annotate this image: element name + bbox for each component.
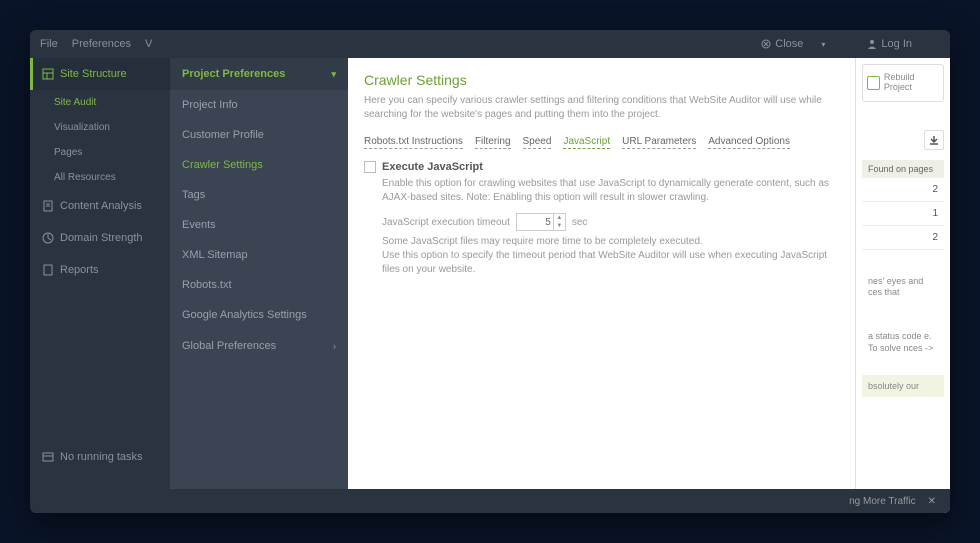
text-snippet: a status code e. To solve nces ->	[862, 325, 944, 360]
left-nav: Site Structure Site Audit Visualization …	[30, 58, 170, 513]
execute-js-checkbox[interactable]	[364, 161, 376, 173]
rebuild-label: Rebuild Project	[884, 73, 939, 93]
close-icon	[761, 39, 771, 49]
table-cell: 2	[862, 178, 944, 202]
timeout-value: 5	[545, 217, 551, 228]
footer-bar: ng More Traffic ✕	[30, 489, 950, 513]
right-sidebar: Rebuild Project Found on pages 2 1 2 nes…	[855, 58, 950, 513]
tab-url-params[interactable]: URL Parameters	[622, 136, 696, 149]
nav-domain-strength[interactable]: Domain Strength	[30, 222, 170, 254]
page-title: Crawler Settings	[364, 72, 839, 88]
nav-pages[interactable]: Pages	[30, 140, 170, 165]
pref-tags[interactable]: Tags	[170, 180, 348, 210]
strength-icon	[42, 232, 54, 244]
table-cell: 1	[862, 202, 944, 226]
rebuild-button[interactable]: Rebuild Project	[862, 64, 944, 102]
pref-project-info[interactable]: Project Info	[170, 90, 348, 120]
download-icon	[929, 135, 939, 145]
timeout-label: JavaScript execution timeout	[382, 217, 510, 228]
chevron-down-icon: ▾	[331, 69, 336, 80]
nav-reports[interactable]: Reports	[30, 254, 170, 286]
tasks-icon	[42, 451, 54, 463]
table-header: Found on pages	[862, 160, 944, 178]
menu-preferences[interactable]: Preferences	[72, 38, 131, 50]
tab-speed[interactable]: Speed	[523, 136, 552, 149]
user-icon	[867, 39, 877, 49]
menu-bar: File Preferences V Close ▾ Log In	[30, 30, 950, 58]
nav-visualization[interactable]: Visualization	[30, 115, 170, 140]
spinner-up-icon[interactable]: ▲	[554, 214, 565, 222]
nav-site-audit[interactable]: Site Audit	[30, 90, 170, 115]
execute-js-label: Execute JavaScript	[382, 161, 483, 173]
app-window: File Preferences V Close ▾ Log In Site S…	[30, 30, 950, 513]
nav-label: Reports	[60, 264, 99, 276]
nav-content-analysis[interactable]: Content Analysis	[30, 190, 170, 222]
pref-xml-sitemap[interactable]: XML Sitemap	[170, 240, 348, 270]
menu-view[interactable]: V	[145, 38, 152, 50]
tab-robots[interactable]: Robots.txt Instructions	[364, 136, 463, 149]
pref-analytics[interactable]: Google Analytics Settings	[170, 300, 348, 330]
text-snippet: bsolutely our	[862, 375, 944, 397]
content-icon	[42, 200, 54, 212]
pref-header[interactable]: Project Preferences ▾	[170, 58, 348, 90]
nav-label: Site Structure	[60, 68, 127, 80]
chevron-right-icon: ›	[333, 341, 336, 351]
structure-icon	[42, 68, 54, 80]
pref-customer-profile[interactable]: Customer Profile	[170, 120, 348, 150]
reports-icon	[42, 264, 54, 276]
settings-content: Crawler Settings Here you can specify va…	[348, 58, 855, 513]
pref-global-label: Global Preferences	[182, 340, 276, 352]
menu-file[interactable]: File	[40, 38, 58, 50]
footer-close-icon[interactable]: ✕	[928, 496, 936, 507]
download-button[interactable]	[924, 130, 944, 150]
spinner-down-icon[interactable]: ▼	[554, 222, 565, 230]
help-text-2: Some JavaScript files may require more t…	[382, 235, 839, 277]
help-text-1: Enable this option for crawling websites…	[382, 177, 839, 205]
footer-text: ng More Traffic	[849, 496, 916, 507]
execute-js-row: Execute JavaScript	[364, 161, 839, 173]
settings-tabs: Robots.txt Instructions Filtering Speed …	[364, 136, 839, 149]
preferences-panel: Project Preferences ▾ Project Info Custo…	[170, 58, 348, 513]
tab-advanced[interactable]: Advanced Options	[708, 136, 790, 149]
pref-robots[interactable]: Robots.txt	[170, 270, 348, 300]
task-status: No running tasks	[30, 441, 170, 473]
page-description: Here you can specify various crawler set…	[364, 94, 839, 122]
pref-header-label: Project Preferences	[182, 68, 285, 80]
nav-all-resources[interactable]: All Resources	[30, 165, 170, 190]
login-button[interactable]: Log In	[867, 38, 926, 50]
rebuild-icon	[867, 76, 880, 90]
text-snippet: nes' eyes and ces that	[862, 270, 944, 305]
nav-site-structure[interactable]: Site Structure	[30, 58, 170, 90]
task-label: No running tasks	[60, 451, 143, 463]
tab-javascript[interactable]: JavaScript	[563, 136, 610, 149]
pref-global[interactable]: Global Preferences ›	[170, 330, 348, 362]
timeout-unit: sec	[572, 217, 588, 228]
close-button[interactable]: Close ▾	[761, 38, 839, 50]
table-cell: 2	[862, 226, 944, 250]
pref-crawler-settings[interactable]: Crawler Settings	[170, 150, 348, 180]
spinner[interactable]: ▲▼	[553, 214, 565, 230]
timeout-input[interactable]: 5 ▲▼	[516, 213, 566, 231]
timeout-row: JavaScript execution timeout 5 ▲▼ sec	[382, 213, 839, 231]
nav-label: Domain Strength	[60, 232, 143, 244]
main-area: Site Structure Site Audit Visualization …	[30, 58, 950, 513]
pref-events[interactable]: Events	[170, 210, 348, 240]
tab-filtering[interactable]: Filtering	[475, 136, 511, 149]
nav-label: Content Analysis	[60, 200, 142, 212]
